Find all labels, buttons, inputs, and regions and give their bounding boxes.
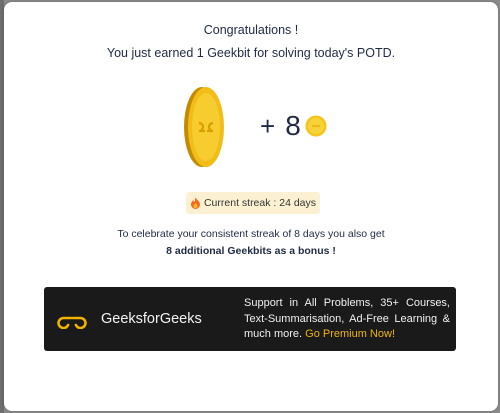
streak-text: Current streak : 24 days bbox=[203, 197, 317, 209]
geekbit-coin-large-icon bbox=[184, 87, 224, 167]
premium-promo-banner[interactable]: GeeksforGeeks Support in All Problems, 3… bbox=[44, 287, 456, 351]
potd-reward-modal: Congratulations ! You just earned 1 Geek… bbox=[4, 2, 498, 411]
fire-icon bbox=[190, 197, 200, 209]
reward-value: 8 bbox=[285, 110, 301, 141]
streak-badge: Current streak : 24 days bbox=[186, 192, 320, 214]
geekbit-coin-icon bbox=[305, 115, 327, 137]
promo-text: Support in All Problems, 35+ Courses, Te… bbox=[244, 296, 450, 343]
go-premium-link[interactable]: Go Premium Now! bbox=[305, 328, 395, 340]
brand-name: GeeksforGeeks bbox=[101, 311, 202, 327]
bonus-amount-message: 8 additional Geekbits as a bonus ! bbox=[166, 245, 336, 257]
modal-subtitle: You just earned 1 Geekbit for solving to… bbox=[106, 46, 396, 60]
modal-title: Congratulations ! bbox=[203, 23, 299, 37]
geeksforgeeks-logo-icon bbox=[57, 316, 87, 329]
reward-plus: + bbox=[260, 110, 276, 141]
bonus-message: To celebrate your consistent streak of 8… bbox=[117, 228, 385, 240]
reward-amount: + 8 bbox=[260, 110, 327, 142]
